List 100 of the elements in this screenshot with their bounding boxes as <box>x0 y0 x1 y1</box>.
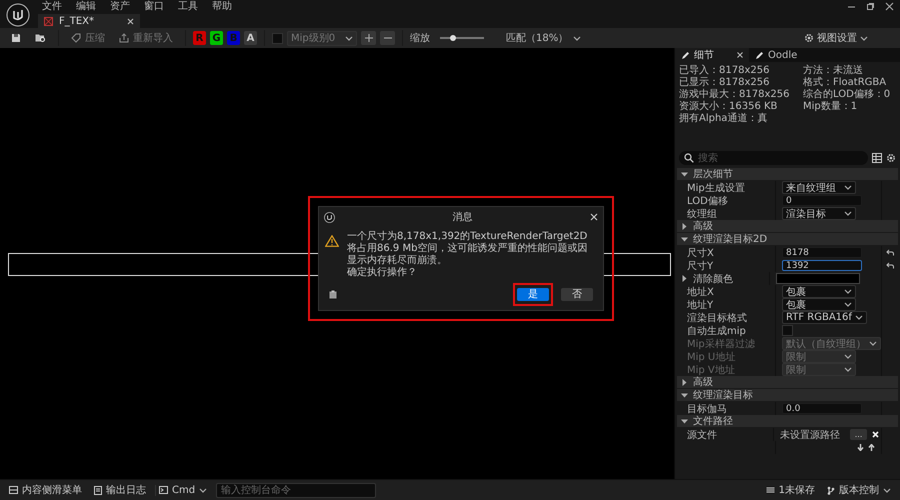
info-text: 游戏中最大：8178x256 <box>679 89 790 100</box>
content-drawer-button[interactable]: 内容侧滑菜单 <box>6 483 85 497</box>
input-field[interactable]: 0.0 <box>782 403 862 414</box>
close-icon[interactable] <box>885 2 894 11</box>
plus-icon <box>364 34 372 42</box>
engine-logo-icon <box>324 212 335 222</box>
menu-item[interactable]: 帮助 <box>212 1 232 14</box>
settings-icon[interactable] <box>886 153 896 163</box>
collapsed-triangle-icon[interactable] <box>681 378 688 386</box>
down-arrow-icon[interactable] <box>857 444 864 451</box>
console-input[interactable]: 输入控制台命令 <box>216 482 376 498</box>
zoom-out-button[interactable] <box>380 31 395 45</box>
collapsed-triangle-icon[interactable] <box>681 275 688 282</box>
texture-icon <box>44 17 53 26</box>
pencil-icon <box>755 50 764 60</box>
property-label: Mip采样器过滤 <box>687 338 755 350</box>
property-label: 地址X <box>687 286 714 298</box>
section-title: 高级 <box>693 375 713 389</box>
checkbox[interactable] <box>272 32 283 44</box>
dropdown-field[interactable]: 包裹 <box>782 298 856 311</box>
chevron-icon <box>844 210 852 217</box>
menu-item[interactable]: 工具 <box>178 1 198 14</box>
engine-logo-icon[interactable] <box>6 3 30 27</box>
restore-icon[interactable] <box>866 2 875 11</box>
section-title: 文件路径 <box>693 414 733 428</box>
info-text: 已显示：8178x256 <box>679 77 770 88</box>
dialog-message: 一个尺寸为8,178x1,392的TextureRenderTarget2D将占用86.9 Mb空间，这可能诱发严重的性能问题或因显示内存耗尽而崩溃。 <box>347 231 588 266</box>
menu-item[interactable]: 资产 <box>110 1 130 14</box>
path-text: 未设置源路径 <box>780 428 840 442</box>
expanded-triangle-icon[interactable] <box>681 392 688 398</box>
browse-button[interactable]: ... <box>850 429 868 440</box>
texture-viewport[interactable]: 消息 一个尺寸为8,178x1,392的TextureRenderTarget2D将占用86.9 Mb空间，这可能诱发严重的性能问题或因显示内存耗尽而崩溃。 确定执行操作？ 是 否 <box>0 48 674 479</box>
collapsed-triangle-icon[interactable] <box>681 222 688 230</box>
log-icon <box>94 486 102 494</box>
cancel-button[interactable]: 否 <box>561 288 593 301</box>
section-header[interactable]: 层次细节 <box>677 168 898 181</box>
property-label: LOD偏移 <box>687 194 728 208</box>
section-header[interactable]: 纹理渲染目标 <box>677 389 898 402</box>
pencil-icon <box>681 50 690 60</box>
command-dropdown[interactable]: Cmd <box>155 484 210 496</box>
section-header[interactable]: 高级 <box>677 376 898 389</box>
panel-tab[interactable]: Oodle <box>749 48 804 62</box>
section-header[interactable]: 文件路径 <box>677 415 898 428</box>
section-header[interactable]: 纹理渲染目标2D <box>677 233 898 246</box>
up-arrow-icon[interactable] <box>868 444 875 451</box>
info-text: Mip数量：1 <box>803 101 858 113</box>
info-text: 格式：FloatRGBA <box>803 77 888 88</box>
reset-arrow-icon[interactable] <box>886 249 894 256</box>
search-field[interactable]: 搜索 <box>679 151 868 165</box>
panel-tab[interactable]: 细节 <box>675 48 749 62</box>
info-text: 方法：未流送 <box>803 65 864 76</box>
section-title: 高级 <box>693 220 713 233</box>
settings-icon <box>804 33 814 43</box>
property-label: 自动生成mip <box>687 324 746 338</box>
document-tab[interactable]: F_TEX* <box>38 14 140 29</box>
channel-toggle[interactable]: G <box>210 31 223 45</box>
input-field[interactable]: 1392 <box>782 260 862 271</box>
dropdown-field[interactable]: 来自纹理组 <box>782 181 856 194</box>
reset-arrow-icon[interactable] <box>886 262 894 269</box>
confirm-button[interactable]: 是 <box>517 288 549 301</box>
slider-thumb[interactable] <box>450 35 456 41</box>
input-field[interactable]: 0 <box>782 195 862 206</box>
view-settings-button[interactable]: 视图设置 <box>798 30 874 46</box>
drawer-icon <box>9 486 18 494</box>
close-icon[interactable] <box>737 52 743 58</box>
clipboard-icon[interactable] <box>329 290 337 299</box>
close-icon[interactable] <box>127 18 134 25</box>
zoom-fit-dropdown[interactable]: 匹配（18%） <box>506 31 582 45</box>
dropdown-field[interactable]: RTF RGBA16f <box>782 311 867 324</box>
info-text: 已导入：8178x256 <box>679 65 770 77</box>
dialog-question: 确定执行操作？ <box>347 267 418 279</box>
output-log-button[interactable]: 输出日志 <box>91 483 149 497</box>
channel-toggle[interactable]: A <box>244 31 257 45</box>
section-header[interactable]: 高级 <box>677 220 898 233</box>
clear-icon[interactable] <box>872 431 880 438</box>
zoom-in-button[interactable] <box>361 31 376 45</box>
info-text: 资源大小：16356 KB <box>679 101 778 112</box>
close-icon[interactable] <box>590 213 598 221</box>
input-field[interactable]: 8178 <box>782 247 862 258</box>
unsaved-button[interactable]: 1未保存 <box>762 483 818 497</box>
chevron-icon <box>345 34 353 42</box>
menu-item[interactable]: 编辑 <box>76 1 96 14</box>
menu-item[interactable]: 文件 <box>42 1 62 14</box>
source-control-button[interactable]: 版本控制 <box>824 483 894 497</box>
upload-tray-icon <box>119 33 129 43</box>
checkbox[interactable] <box>782 325 793 336</box>
property-label: 源文件 <box>687 428 717 442</box>
dropdown-field[interactable]: 渲染目标 <box>782 207 856 220</box>
property-label: 清除颜色 <box>693 272 733 286</box>
property-label: 尺寸X <box>687 246 714 260</box>
expanded-triangle-icon[interactable] <box>681 418 688 424</box>
dropdown-field[interactable]: 包裹 <box>782 285 856 298</box>
color-swatch[interactable] <box>776 273 860 284</box>
property-label: 地址Y <box>687 298 714 312</box>
expanded-triangle-icon[interactable] <box>681 236 688 242</box>
expanded-triangle-icon[interactable] <box>681 170 688 178</box>
menu-item[interactable]: 窗口 <box>144 1 164 14</box>
info-text: 拥有Alpha通道：真 <box>679 113 768 125</box>
branch-icon <box>827 486 835 494</box>
table-view-icon[interactable] <box>872 153 882 163</box>
